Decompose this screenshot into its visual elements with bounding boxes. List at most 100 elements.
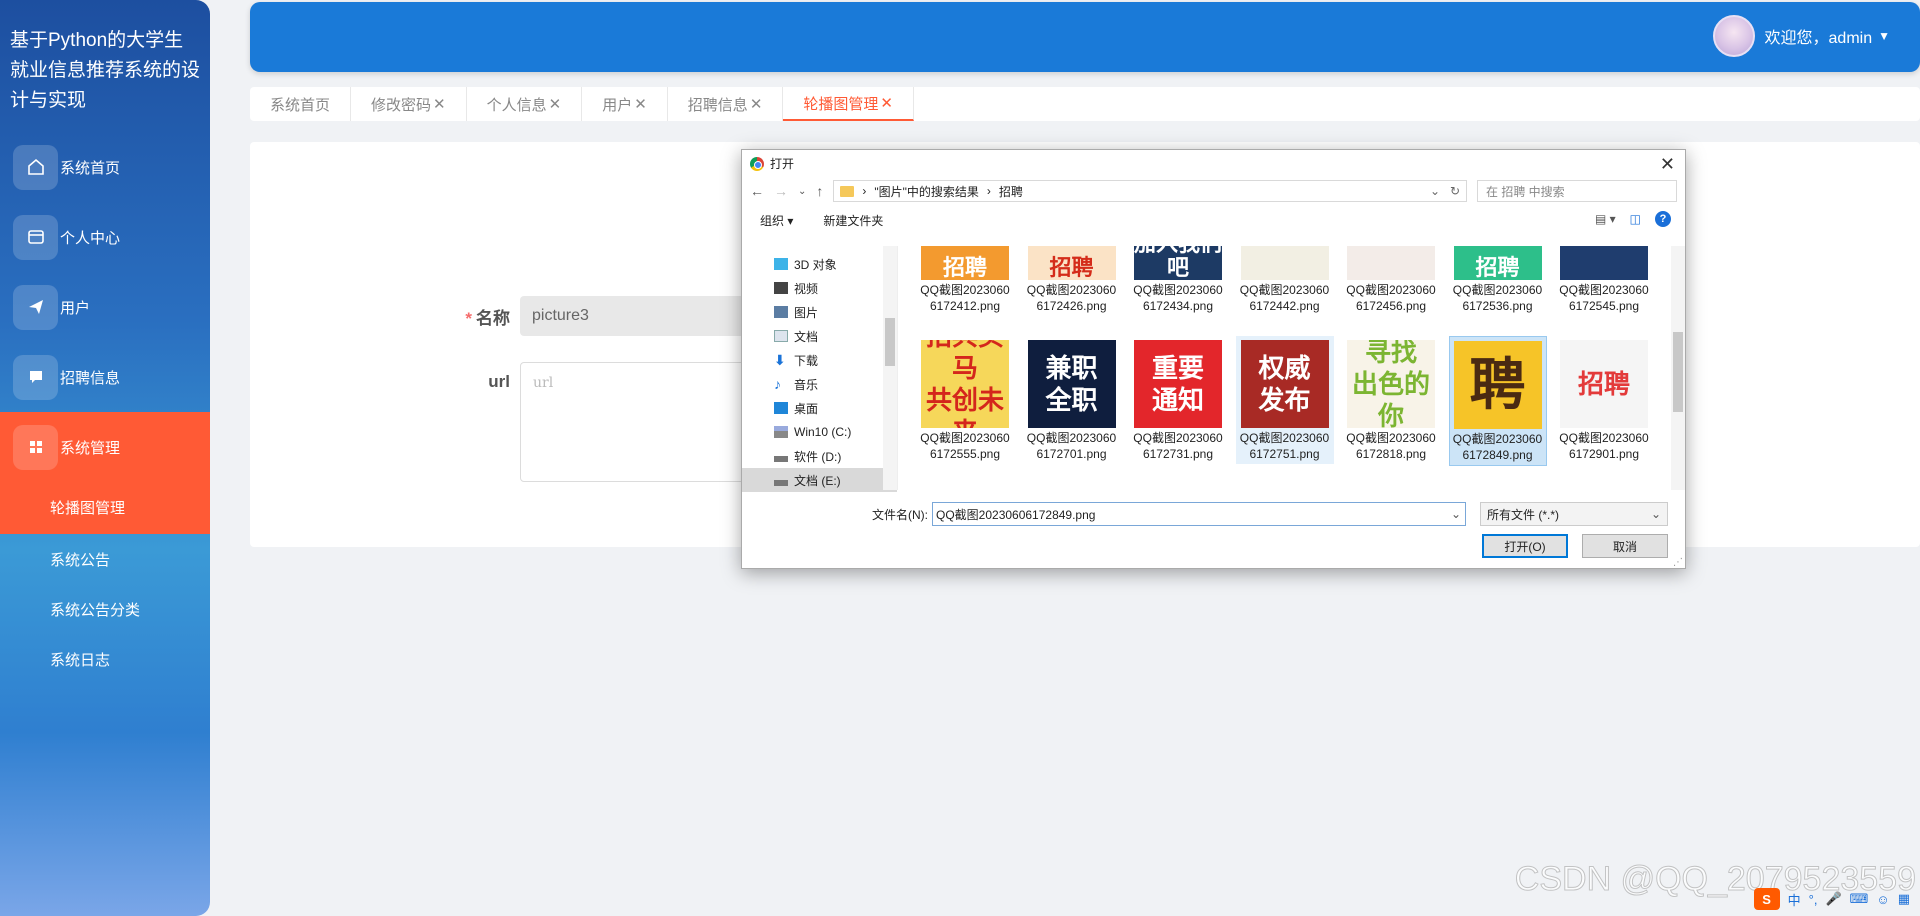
- file-grid-scrollbar[interactable]: [1671, 246, 1685, 490]
- sidebar-item-label: 个人中心: [60, 229, 121, 247]
- back-arrow-icon[interactable]: ←: [750, 183, 764, 199]
- organize-menu[interactable]: 组织 ▾: [760, 212, 793, 229]
- tree-item-3d-objects[interactable]: 3D 对象: [742, 252, 897, 276]
- microphone-icon[interactable]: 🎤: [1825, 891, 1841, 907]
- close-icon[interactable]: ✕: [634, 95, 647, 113]
- preview-pane-icon[interactable]: ◫: [1630, 212, 1641, 226]
- tree-item-label: 下载: [794, 353, 819, 368]
- tab-carousel[interactable]: 轮播图管理 ✕: [783, 87, 914, 121]
- ime-language[interactable]: 中: [1788, 890, 1801, 909]
- tree-item-label: 文档 (E:): [794, 473, 841, 488]
- tab-jobs[interactable]: 招聘信息 ✕: [668, 87, 784, 121]
- user-menu[interactable]: 欢迎您，admin ▼: [1712, 15, 1890, 57]
- chevron-right-icon: ›: [986, 184, 991, 198]
- file-item[interactable]: 招聘 QQ截图20230606172426.png: [1023, 246, 1121, 316]
- file-item[interactable]: QQ截图20230606172442.png: [1236, 246, 1334, 316]
- file-item[interactable]: 寻找 出色的你 QQ截图20230606172818.png: [1342, 336, 1440, 464]
- forward-arrow-icon[interactable]: →: [774, 183, 788, 199]
- emoji-icon[interactable]: ☺: [1876, 892, 1889, 907]
- sidebar-subitem-notice-category[interactable]: 系统公告分类: [0, 584, 210, 634]
- file-item[interactable]: 招聘 QQ截图20230606172412.png: [916, 246, 1014, 316]
- filetype-select[interactable]: 所有文件 (*.*) ⌄: [1480, 502, 1668, 526]
- file-name: QQ截图20230606172434.png: [1133, 283, 1223, 313]
- sidebar-subitem-logs[interactable]: 系统日志: [0, 634, 210, 684]
- file-item[interactable]: 重要 通知 QQ截图20230606172731.png: [1129, 336, 1227, 464]
- sidebar-item-users[interactable]: 用户: [0, 272, 210, 342]
- tab-personal-info[interactable]: 个人信息 ✕: [467, 87, 583, 121]
- file-thumbnail: 权威 发布: [1240, 340, 1329, 428]
- sidebar-item-profile[interactable]: 个人中心: [0, 202, 210, 272]
- sidebar-subitem-carousel[interactable]: 轮播图管理: [0, 482, 210, 534]
- ime-logo-icon[interactable]: S: [1753, 888, 1780, 910]
- tree-item-drive-c[interactable]: Win10 (C:): [742, 420, 897, 444]
- chevron-down-icon[interactable]: ⌄: [1451, 507, 1461, 521]
- filename-input[interactable]: QQ截图20230606172849.png ⌄: [932, 502, 1466, 526]
- sidebar: 基于Python的大学生就业信息推荐系统的设计与实现 系统首页 个人中心 用户 …: [0, 0, 210, 916]
- scrollbar-thumb[interactable]: [885, 318, 895, 366]
- file-item[interactable]: 招兵买马 共创未来QQ截图20230606172555.png: [916, 336, 1014, 464]
- address-bar[interactable]: › "图片"中的搜索结果 › 招聘 ⌄ ↻: [833, 180, 1467, 202]
- file-item[interactable]: 兼职 全职 QQ截图20230606172701.png: [1023, 336, 1121, 464]
- file-name: QQ截图20230606172901.png: [1559, 431, 1649, 461]
- punctuation-icon[interactable]: °,: [1809, 892, 1818, 907]
- file-item[interactable]: 加入我们吧QQ截图20230606172434.png: [1129, 246, 1227, 316]
- tree-scrollbar[interactable]: [883, 246, 897, 490]
- tree-item-pictures[interactable]: 图片: [742, 300, 897, 324]
- tree-item-music[interactable]: ♪ 音乐: [742, 372, 897, 396]
- help-icon[interactable]: ?: [1655, 211, 1671, 227]
- system-tray: S 中 °, 🎤 ⌨ ☺ ▦: [1753, 888, 1910, 910]
- chevron-right-icon: ›: [862, 184, 867, 198]
- tab-change-password[interactable]: 修改密码 ✕: [351, 87, 467, 121]
- tab-label: 个人信息: [486, 96, 547, 114]
- close-icon[interactable]: ✕: [880, 94, 893, 112]
- tab-users[interactable]: 用户 ✕: [582, 87, 668, 121]
- sidebar-item-label: 系统管理: [60, 439, 121, 457]
- tree-item-downloads[interactable]: ⬇ 下载: [742, 348, 897, 372]
- sidebar-item-jobs[interactable]: 招聘信息: [0, 342, 210, 412]
- view-mode-icon[interactable]: ▤ ▾: [1595, 212, 1616, 226]
- document-icon: [774, 330, 788, 342]
- refresh-icon[interactable]: ↻: [1450, 184, 1460, 198]
- cancel-button[interactable]: 取消: [1582, 534, 1668, 558]
- keyboard-icon[interactable]: ⌨: [1850, 891, 1869, 907]
- chevron-down-icon[interactable]: ⌄: [1430, 184, 1440, 198]
- grid-icon[interactable]: ▦: [1898, 891, 1910, 907]
- new-folder-button[interactable]: 新建文件夹: [823, 212, 883, 229]
- file-name: QQ截图20230606172412.png: [920, 283, 1010, 313]
- close-icon[interactable]: ✕: [433, 95, 446, 113]
- tree-item-drive-d[interactable]: 软件 (D:): [742, 444, 897, 468]
- tree-item-desktop[interactable]: 桌面: [742, 396, 897, 420]
- top-bar: 欢迎您，admin ▼: [250, 2, 1920, 72]
- file-item[interactable]: 权威 发布 QQ截图20230606172751.png: [1235, 336, 1334, 464]
- file-name: QQ截图20230606172442.png: [1239, 283, 1330, 313]
- file-item[interactable]: QQ截图20230606172456.png: [1342, 246, 1440, 316]
- sidebar-subitem-notice[interactable]: 系统公告: [0, 534, 210, 584]
- close-icon[interactable]: ✕: [1660, 154, 1675, 175]
- search-input[interactable]: 在 招聘 中搜索: [1477, 180, 1677, 202]
- sidebar-item-system[interactable]: 系统管理: [0, 412, 210, 482]
- close-icon[interactable]: ✕: [549, 95, 562, 113]
- scrollbar-thumb[interactable]: [1673, 332, 1683, 412]
- tab-home[interactable]: 系统首页: [250, 87, 352, 121]
- tree-item-videos[interactable]: 视频: [742, 276, 897, 300]
- dialog-titlebar: 打开 ✕: [742, 150, 1685, 177]
- file-name: QQ截图20230606172426.png: [1026, 283, 1117, 313]
- home-icon: [13, 144, 58, 190]
- file-item[interactable]: 招聘 QQ截图20230606172901.png: [1555, 336, 1653, 464]
- tree-item-label: 软件 (D:): [794, 449, 842, 464]
- sidebar-menu: 系统首页 个人中心 用户 招聘信息 系统管理 轮播图管理 系统公告 系统公告分类…: [0, 132, 210, 684]
- file-item[interactable]: 聘 QQ截图20230606172849.png: [1448, 336, 1547, 466]
- sidebar-item-label: 招聘信息: [60, 369, 121, 387]
- sidebar-item-home[interactable]: 系统首页: [0, 132, 210, 202]
- tree-item-documents[interactable]: 文档: [742, 324, 897, 348]
- breadcrumb-item[interactable]: "图片"中的搜索结果: [874, 183, 979, 200]
- up-arrow-icon[interactable]: ↑: [816, 183, 823, 199]
- tree-item-drive-e[interactable]: 文档 (E:): [742, 468, 897, 492]
- file-item[interactable]: QQ截图20230606172545.png: [1555, 246, 1653, 316]
- recent-dropdown-icon[interactable]: ⌄: [798, 186, 806, 197]
- close-icon[interactable]: ✕: [750, 95, 763, 113]
- open-button[interactable]: 打开(O): [1482, 534, 1568, 558]
- file-item[interactable]: 招聘 QQ截图20230606172536.png: [1449, 246, 1547, 316]
- breadcrumb-item[interactable]: 招聘: [999, 183, 1023, 200]
- resize-grip-icon[interactable]: ⋰: [1673, 557, 1683, 568]
